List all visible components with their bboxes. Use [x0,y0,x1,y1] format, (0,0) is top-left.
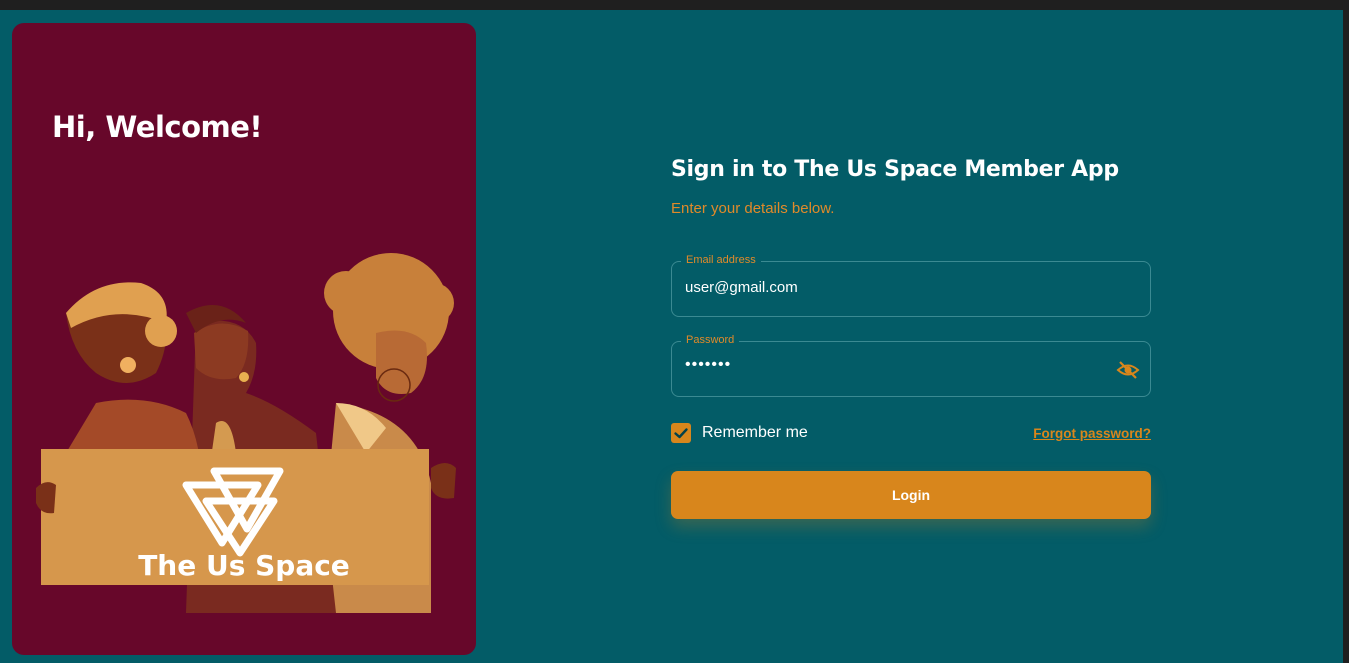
app-background: Hi, Welcome! The Us Space Sign in to The… [0,10,1343,663]
password-field[interactable]: Password ••••••• [671,334,1151,397]
check-icon [674,428,688,439]
password-value[interactable]: ••••••• [685,356,731,374]
remember-label: Remember me [702,424,808,441]
women-illustration: The Us Space [36,253,456,613]
password-label: Password [681,334,740,346]
forgot-password-link[interactable]: Forgot password? [1033,426,1151,441]
logo-text: The Us Space [138,549,350,582]
welcome-heading: Hi, Welcome! [52,110,263,144]
email-label: Email address [681,254,761,266]
email-field[interactable]: Email address user@gmail.com [671,254,1151,317]
email-value[interactable]: user@gmail.com [685,279,798,296]
eye-off-icon[interactable] [1116,358,1140,382]
welcome-panel: Hi, Welcome! The Us Space [12,23,476,655]
form-title: Sign in to The Us Space Member App [671,157,1119,182]
form-subtitle: Enter your details below. [671,200,835,217]
login-button[interactable]: Login [671,471,1151,519]
remember-checkbox[interactable] [671,423,691,443]
window-edge [1343,10,1349,663]
